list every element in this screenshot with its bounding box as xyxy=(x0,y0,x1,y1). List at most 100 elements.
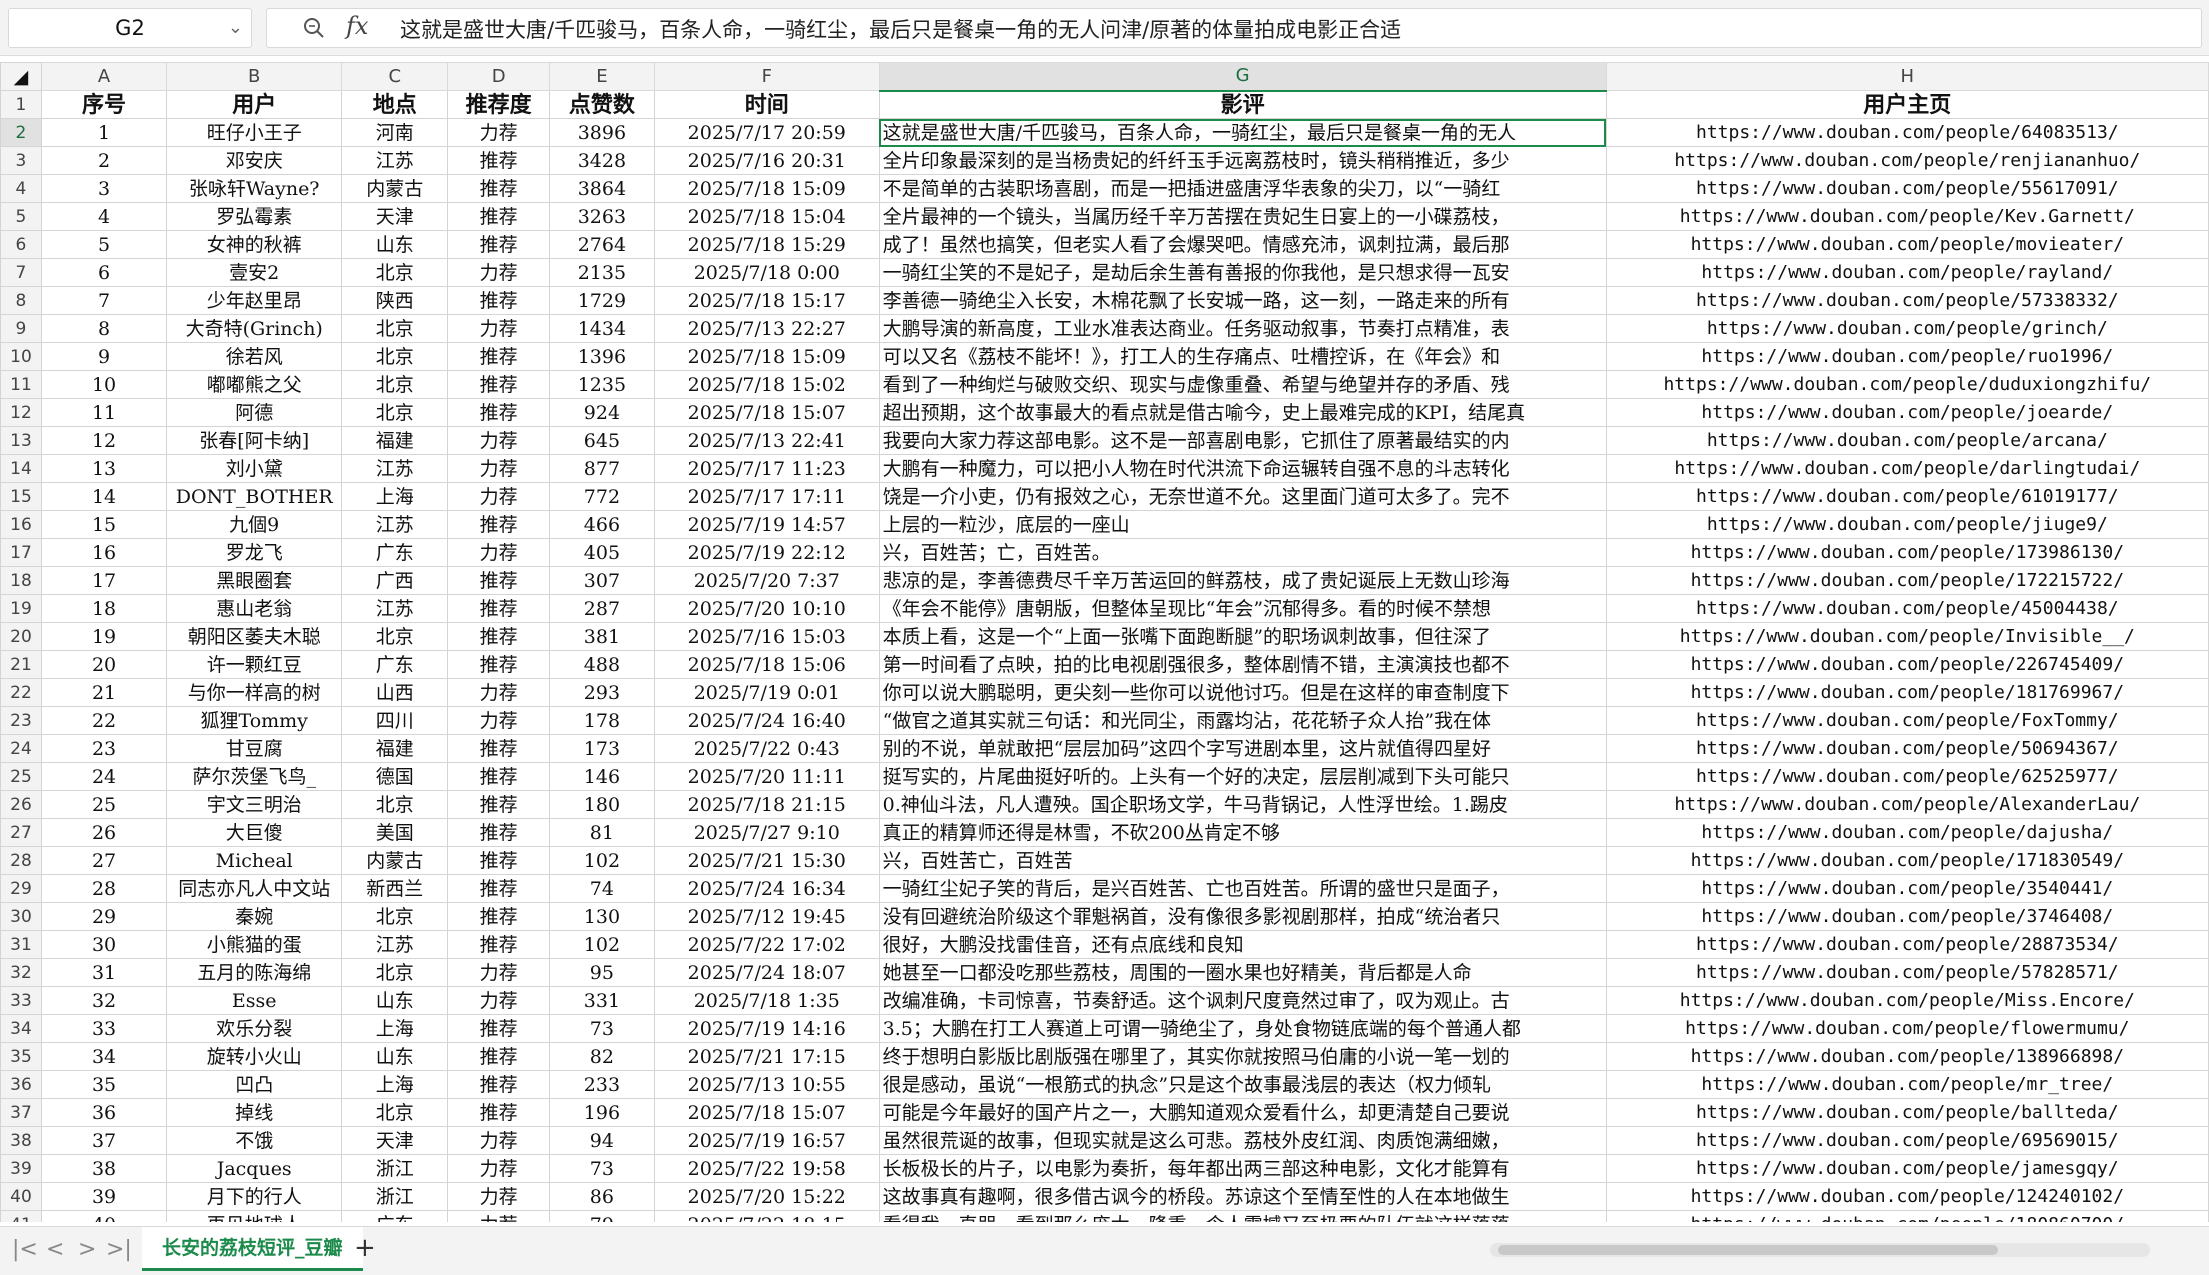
table-cell[interactable]: 看得我一直哭，看到那么庞大、隆重、令人震撼又至极要的队伍就这样落落 xyxy=(878,1210,1607,1222)
table-cell[interactable]: 大鹏有一种魔力，可以把小人物在时代洪流下命运辗转自强不息的斗志转化 xyxy=(878,454,1607,483)
table-cell[interactable]: 再见地球人 xyxy=(166,1210,343,1222)
table-cell[interactable]: 102 xyxy=(548,930,655,959)
table-cell[interactable]: 与你一样高的树 xyxy=(166,678,343,707)
table-cell[interactable]: https://www.douban.com/people/173986130/ xyxy=(1605,538,2209,567)
table-cell[interactable]: 2025/7/21 17:15 xyxy=(653,1042,880,1071)
table-cell[interactable]: 28 xyxy=(40,874,168,903)
table-cell[interactable]: 2025/7/16 15:03 xyxy=(653,622,880,651)
table-cell[interactable]: 2025/7/18 15:29 xyxy=(653,230,880,259)
table-cell[interactable]: 黑眼圈套 xyxy=(166,566,343,595)
table-cell[interactable]: 8 xyxy=(40,314,168,343)
table-cell[interactable]: 山东 xyxy=(341,1042,449,1071)
table-cell[interactable]: https://www.douban.com/people/rayland/ xyxy=(1605,258,2209,287)
table-cell[interactable]: 466 xyxy=(548,510,655,539)
table-cell[interactable]: 可能是今年最好的国产片之一，大鹏知道观众爱看什么，却更清楚自己要说 xyxy=(878,1098,1607,1127)
table-cell[interactable]: 2764 xyxy=(548,230,655,259)
table-cell[interactable]: 23 xyxy=(40,734,168,763)
table-cell[interactable]: 146 xyxy=(548,762,655,791)
table-cell[interactable]: 推荐 xyxy=(447,1014,550,1043)
table-cell[interactable]: 陕西 xyxy=(341,286,449,315)
table-cell[interactable]: 旺仔小王子 xyxy=(166,118,343,147)
table-cell[interactable]: 287 xyxy=(548,594,655,623)
table-cell[interactable]: 张咏轩Wayne? xyxy=(166,174,343,203)
table-cell[interactable]: 0.神仙斗法，凡人遭殃。国企职场文学，牛马背锅记，人性浮世绘。1.踢皮 xyxy=(878,790,1607,819)
row-header[interactable]: 11 xyxy=(0,370,42,399)
table-cell[interactable]: 31 xyxy=(40,958,168,987)
row-header[interactable]: 15 xyxy=(0,482,42,511)
table-cell[interactable]: 6 xyxy=(40,258,168,287)
table-cell[interactable]: 力荐 xyxy=(447,986,550,1015)
table-cell[interactable]: 推荐 xyxy=(447,1098,550,1127)
table-cell[interactable]: 你可以说大鹏聪明，更尖刻一些你可以说他讨巧。但是在这样的审查制度下 xyxy=(878,678,1607,707)
row-header[interactable]: 35 xyxy=(0,1042,42,1071)
table-cell[interactable]: 73 xyxy=(548,1014,655,1043)
table-cell[interactable]: 推荐 xyxy=(447,846,550,875)
fx-icon[interactable]: fx xyxy=(346,12,368,40)
table-cell[interactable]: 广东 xyxy=(341,538,449,567)
table-cell[interactable]: 1235 xyxy=(548,370,655,399)
row-header[interactable]: 23 xyxy=(0,706,42,735)
table-cell[interactable]: 7 xyxy=(40,286,168,315)
table-cell[interactable]: 推荐 xyxy=(447,790,550,819)
table-cell[interactable]: 上海 xyxy=(341,1070,449,1099)
row-header[interactable]: 8 xyxy=(0,286,42,315)
table-cell[interactable]: 2025/7/18 1:35 xyxy=(653,986,880,1015)
table-cell[interactable]: 邓安庆 xyxy=(166,146,343,175)
table-cell[interactable]: 河南 xyxy=(341,118,449,147)
table-cell[interactable]: 兴，百姓苦；亡，百姓苦。 xyxy=(878,538,1607,567)
table-cell[interactable]: 阿德 xyxy=(166,398,343,427)
table-cell[interactable]: 924 xyxy=(548,398,655,427)
table-cell[interactable]: 女神的秋裤 xyxy=(166,230,343,259)
table-cell[interactable]: 推荐 xyxy=(447,874,550,903)
table-cell[interactable]: 5 xyxy=(40,230,168,259)
table-cell[interactable]: 力荐 xyxy=(447,1154,550,1183)
table-cell[interactable]: 超出预期，这个故事最大的看点就是借古喻今，史上最难完成的KPI，结尾真 xyxy=(878,398,1607,427)
table-cell[interactable]: 北京 xyxy=(341,790,449,819)
table-cell[interactable]: 凹凸 xyxy=(166,1070,343,1099)
table-cell[interactable]: 3 xyxy=(40,174,168,203)
table-cell[interactable]: 旋转小火山 xyxy=(166,1042,343,1071)
row-header[interactable]: 12 xyxy=(0,398,42,427)
table-cell[interactable]: https://www.douban.com/people/flowermumu… xyxy=(1605,1014,2209,1043)
table-cell[interactable]: 2025/7/19 14:57 xyxy=(653,510,880,539)
table-cell[interactable]: 内蒙古 xyxy=(341,174,449,203)
header-cell[interactable]: 用户主页 xyxy=(1605,90,2209,119)
table-cell[interactable]: https://www.douban.com/people/28873534/ xyxy=(1605,930,2209,959)
table-cell[interactable]: 推荐 xyxy=(447,622,550,651)
row-header[interactable]: 24 xyxy=(0,734,42,763)
row-header[interactable]: 22 xyxy=(0,678,42,707)
table-cell[interactable]: 178 xyxy=(548,706,655,735)
table-cell[interactable]: 2025/7/18 15:06 xyxy=(653,650,880,679)
table-cell[interactable]: 2025/7/22 17:02 xyxy=(653,930,880,959)
table-cell[interactable]: 美国 xyxy=(341,818,449,847)
table-cell[interactable]: 力荐 xyxy=(447,482,550,511)
table-cell[interactable]: 推荐 xyxy=(447,734,550,763)
table-cell[interactable]: 推荐 xyxy=(447,230,550,259)
row-header[interactable]: 30 xyxy=(0,902,42,931)
row-header[interactable]: 3 xyxy=(0,146,42,175)
scrollbar-thumb[interactable] xyxy=(1498,1245,1998,1255)
column-header-g[interactable]: G xyxy=(878,62,1607,92)
table-cell[interactable]: 力荐 xyxy=(447,678,550,707)
table-cell[interactable]: 长板极长的片子，以电影为奏折，每年都出两三部这种电影，文化才能算有 xyxy=(878,1154,1607,1183)
table-cell[interactable]: 81 xyxy=(548,818,655,847)
column-header-c[interactable]: C xyxy=(341,62,449,91)
row-header[interactable]: 34 xyxy=(0,1014,42,1043)
table-cell[interactable]: https://www.douban.com/people/duduxiongz… xyxy=(1605,370,2209,399)
table-cell[interactable]: 推荐 xyxy=(447,1070,550,1099)
table-cell[interactable]: 刘小黛 xyxy=(166,454,343,483)
header-cell[interactable]: 影评 xyxy=(878,90,1607,119)
table-cell[interactable]: 40 xyxy=(40,1210,168,1222)
table-cell[interactable]: 大巨傻 xyxy=(166,818,343,847)
row-header[interactable]: 29 xyxy=(0,874,42,903)
table-cell[interactable]: https://www.douban.com/people/180860700/ xyxy=(1605,1210,2209,1222)
table-cell[interactable]: 宇文三明治 xyxy=(166,790,343,819)
table-cell[interactable]: 推荐 xyxy=(447,650,550,679)
table-cell[interactable]: 本质上看，这是一个“上面一张嘴下面跑断腿”的职场讽刺故事，但往深了 xyxy=(878,622,1607,651)
table-cell[interactable]: https://www.douban.com/people/jiuge9/ xyxy=(1605,510,2209,539)
table-cell[interactable]: 推荐 xyxy=(447,342,550,371)
table-cell[interactable]: 94 xyxy=(548,1126,655,1155)
table-cell[interactable]: https://www.douban.com/people/renjiananh… xyxy=(1605,146,2209,175)
table-cell[interactable]: https://www.douban.com/people/darlingtud… xyxy=(1605,454,2209,483)
row-header[interactable]: 4 xyxy=(0,174,42,203)
